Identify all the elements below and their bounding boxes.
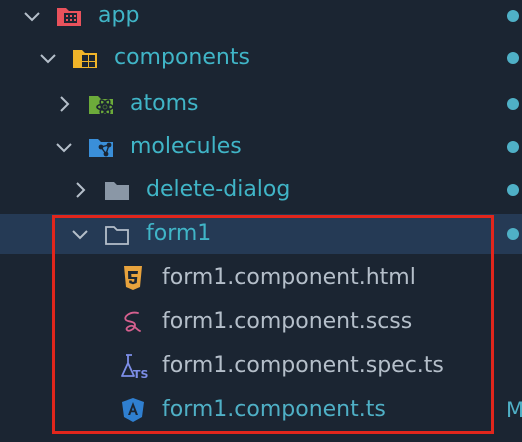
test-ts-icon: TS bbox=[118, 351, 148, 381]
angular-icon bbox=[118, 395, 148, 425]
chevron-down-icon[interactable] bbox=[68, 222, 92, 246]
tree-item-label: atoms bbox=[130, 91, 199, 116]
tree-item-label: components bbox=[114, 45, 250, 70]
modified-dot bbox=[507, 52, 519, 64]
git-status-badge: M bbox=[506, 398, 522, 422]
components-folder-icon bbox=[70, 43, 100, 73]
tree-item-app[interactable]: app bbox=[0, 0, 522, 36]
tree-item-label: app bbox=[98, 3, 140, 28]
tree-item-label: delete-dialog bbox=[146, 177, 291, 202]
modified-dot bbox=[507, 10, 519, 22]
tree-item-label: form1.component.spec.ts bbox=[162, 353, 444, 378]
tree-item-label: form1.component.scss bbox=[162, 309, 413, 334]
chevron-down-icon[interactable] bbox=[20, 4, 44, 28]
tree-item-molecules[interactable]: molecules bbox=[0, 127, 522, 167]
tree-file-spec-ts[interactable]: TS form1.component.spec.ts bbox=[0, 346, 522, 386]
chevron-down-icon[interactable] bbox=[52, 135, 76, 159]
molecules-folder-icon bbox=[86, 132, 116, 162]
tree-item-form1[interactable]: form1 bbox=[0, 214, 522, 254]
html5-icon bbox=[118, 263, 148, 293]
modified-dot bbox=[507, 228, 519, 240]
chevron-right-icon[interactable] bbox=[68, 178, 92, 202]
sass-icon bbox=[118, 307, 148, 337]
chevron-right-icon[interactable] bbox=[52, 92, 76, 116]
tree-item-label: form1.component.html bbox=[162, 265, 416, 290]
tree-item-label: form1 bbox=[146, 221, 212, 246]
tree-file-scss[interactable]: form1.component.scss bbox=[0, 302, 522, 342]
tree-item-atoms[interactable]: atoms bbox=[0, 84, 522, 124]
tree-item-delete-dialog[interactable]: delete-dialog bbox=[0, 170, 522, 210]
app-folder-icon bbox=[54, 1, 84, 31]
modified-dot bbox=[507, 141, 519, 153]
folder-icon bbox=[102, 175, 132, 205]
tree-item-label: molecules bbox=[130, 134, 242, 159]
modified-dot bbox=[507, 184, 519, 196]
tree-file-html[interactable]: form1.component.html bbox=[0, 258, 522, 298]
tree-file-ts[interactable]: form1.component.ts M bbox=[0, 390, 522, 430]
atoms-folder-icon bbox=[86, 89, 116, 119]
modified-dot bbox=[507, 98, 519, 110]
tree-item-components[interactable]: components bbox=[0, 38, 522, 78]
folder-open-icon bbox=[102, 219, 132, 249]
tree-item-label: form1.component.ts bbox=[162, 397, 386, 422]
chevron-down-icon[interactable] bbox=[36, 46, 60, 70]
svg-text:TS: TS bbox=[133, 368, 148, 381]
